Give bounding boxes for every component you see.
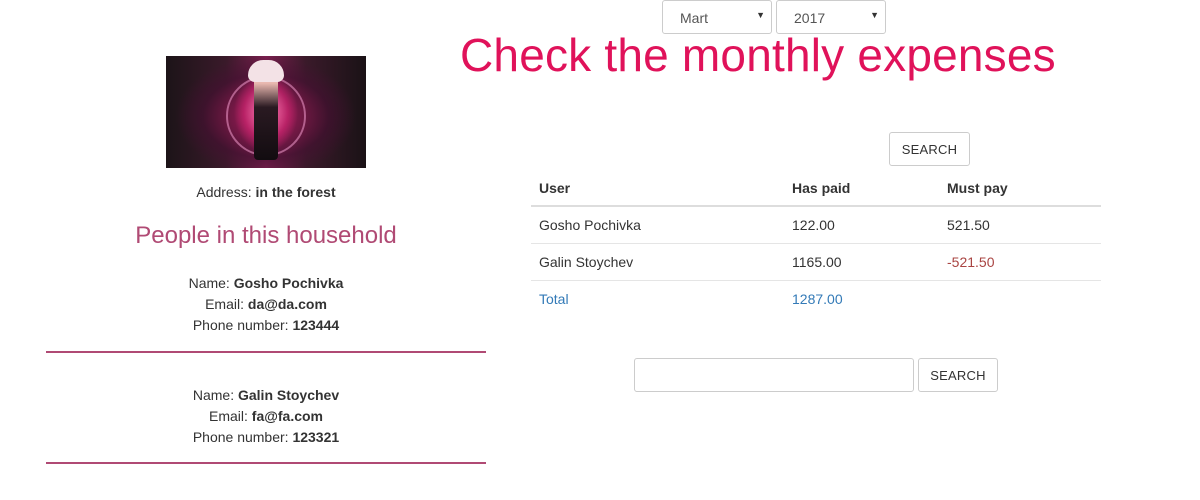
table-header-row: User Has paid Must pay [531,170,1101,207]
name-label: Name: [192,387,235,403]
person-card: Name: Gosho Pochivka Email: da@da.com Ph… [46,273,486,336]
year-select-value: 2017 [794,10,826,26]
expenses-table: User Has paid Must pay Gosho Pochivka 12… [531,170,1101,317]
address-label: Address: [196,184,252,200]
person-phone: 123444 [292,317,340,333]
search-button[interactable]: SEARCH [918,358,998,392]
email-label: Email: [205,296,244,312]
address-value: in the forest [255,184,336,200]
person-divider [46,462,486,464]
person-email: fa@fa.com [251,408,324,424]
total-label: Total [539,290,569,307]
person-divider [46,351,486,353]
table-row: Galin Stoychev 1165.00 -521.50 [531,243,1101,281]
total-paid: 1287.00 [792,290,843,307]
search-input[interactable] [634,358,914,392]
household-image [166,56,366,168]
person-card: Name: Galin Stoychev Email: fa@fa.com Ph… [46,385,486,448]
table-row: Gosho Pochivka 122.00 521.50 [531,206,1101,244]
column-header-must-pay: Must pay [939,170,1101,207]
chevron-down-icon: ▼ [870,10,879,20]
year-select[interactable]: 2017 ▼ [776,0,886,34]
cell-must-pay: -521.50 [939,243,1101,281]
cell-user: Galin Stoychev [531,243,784,281]
page-title: Check the monthly expenses [460,29,1056,81]
chevron-down-icon: ▼ [756,10,765,20]
month-select-value: Mart [680,10,708,26]
phone-label: Phone number: [192,429,289,445]
table-total-row: Total 1287.00 [531,280,1101,317]
total-must-pay [939,280,1101,317]
person-phone: 123321 [292,429,340,445]
cell-has-paid: 1165.00 [784,243,939,281]
person-email: da@da.com [247,296,327,312]
image-figure-hair [248,60,284,82]
phone-label: Phone number: [192,317,289,333]
email-label: Email: [208,408,248,424]
household-address: Address: in the forest [46,184,486,200]
people-section-title: People in this household [135,222,397,249]
month-select[interactable]: Mart ▼ [662,0,772,34]
cell-must-pay: 521.50 [939,206,1101,244]
person-name: Gosho Pochivka [233,275,344,291]
column-header-user: User [531,170,784,207]
expenses-search-button[interactable]: SEARCH [889,132,970,166]
cell-user: Gosho Pochivka [531,206,784,244]
name-label: Name: [188,275,230,291]
person-name: Galin Stoychev [237,387,340,403]
cell-has-paid: 122.00 [784,206,939,244]
column-header-has-paid: Has paid [784,170,939,207]
